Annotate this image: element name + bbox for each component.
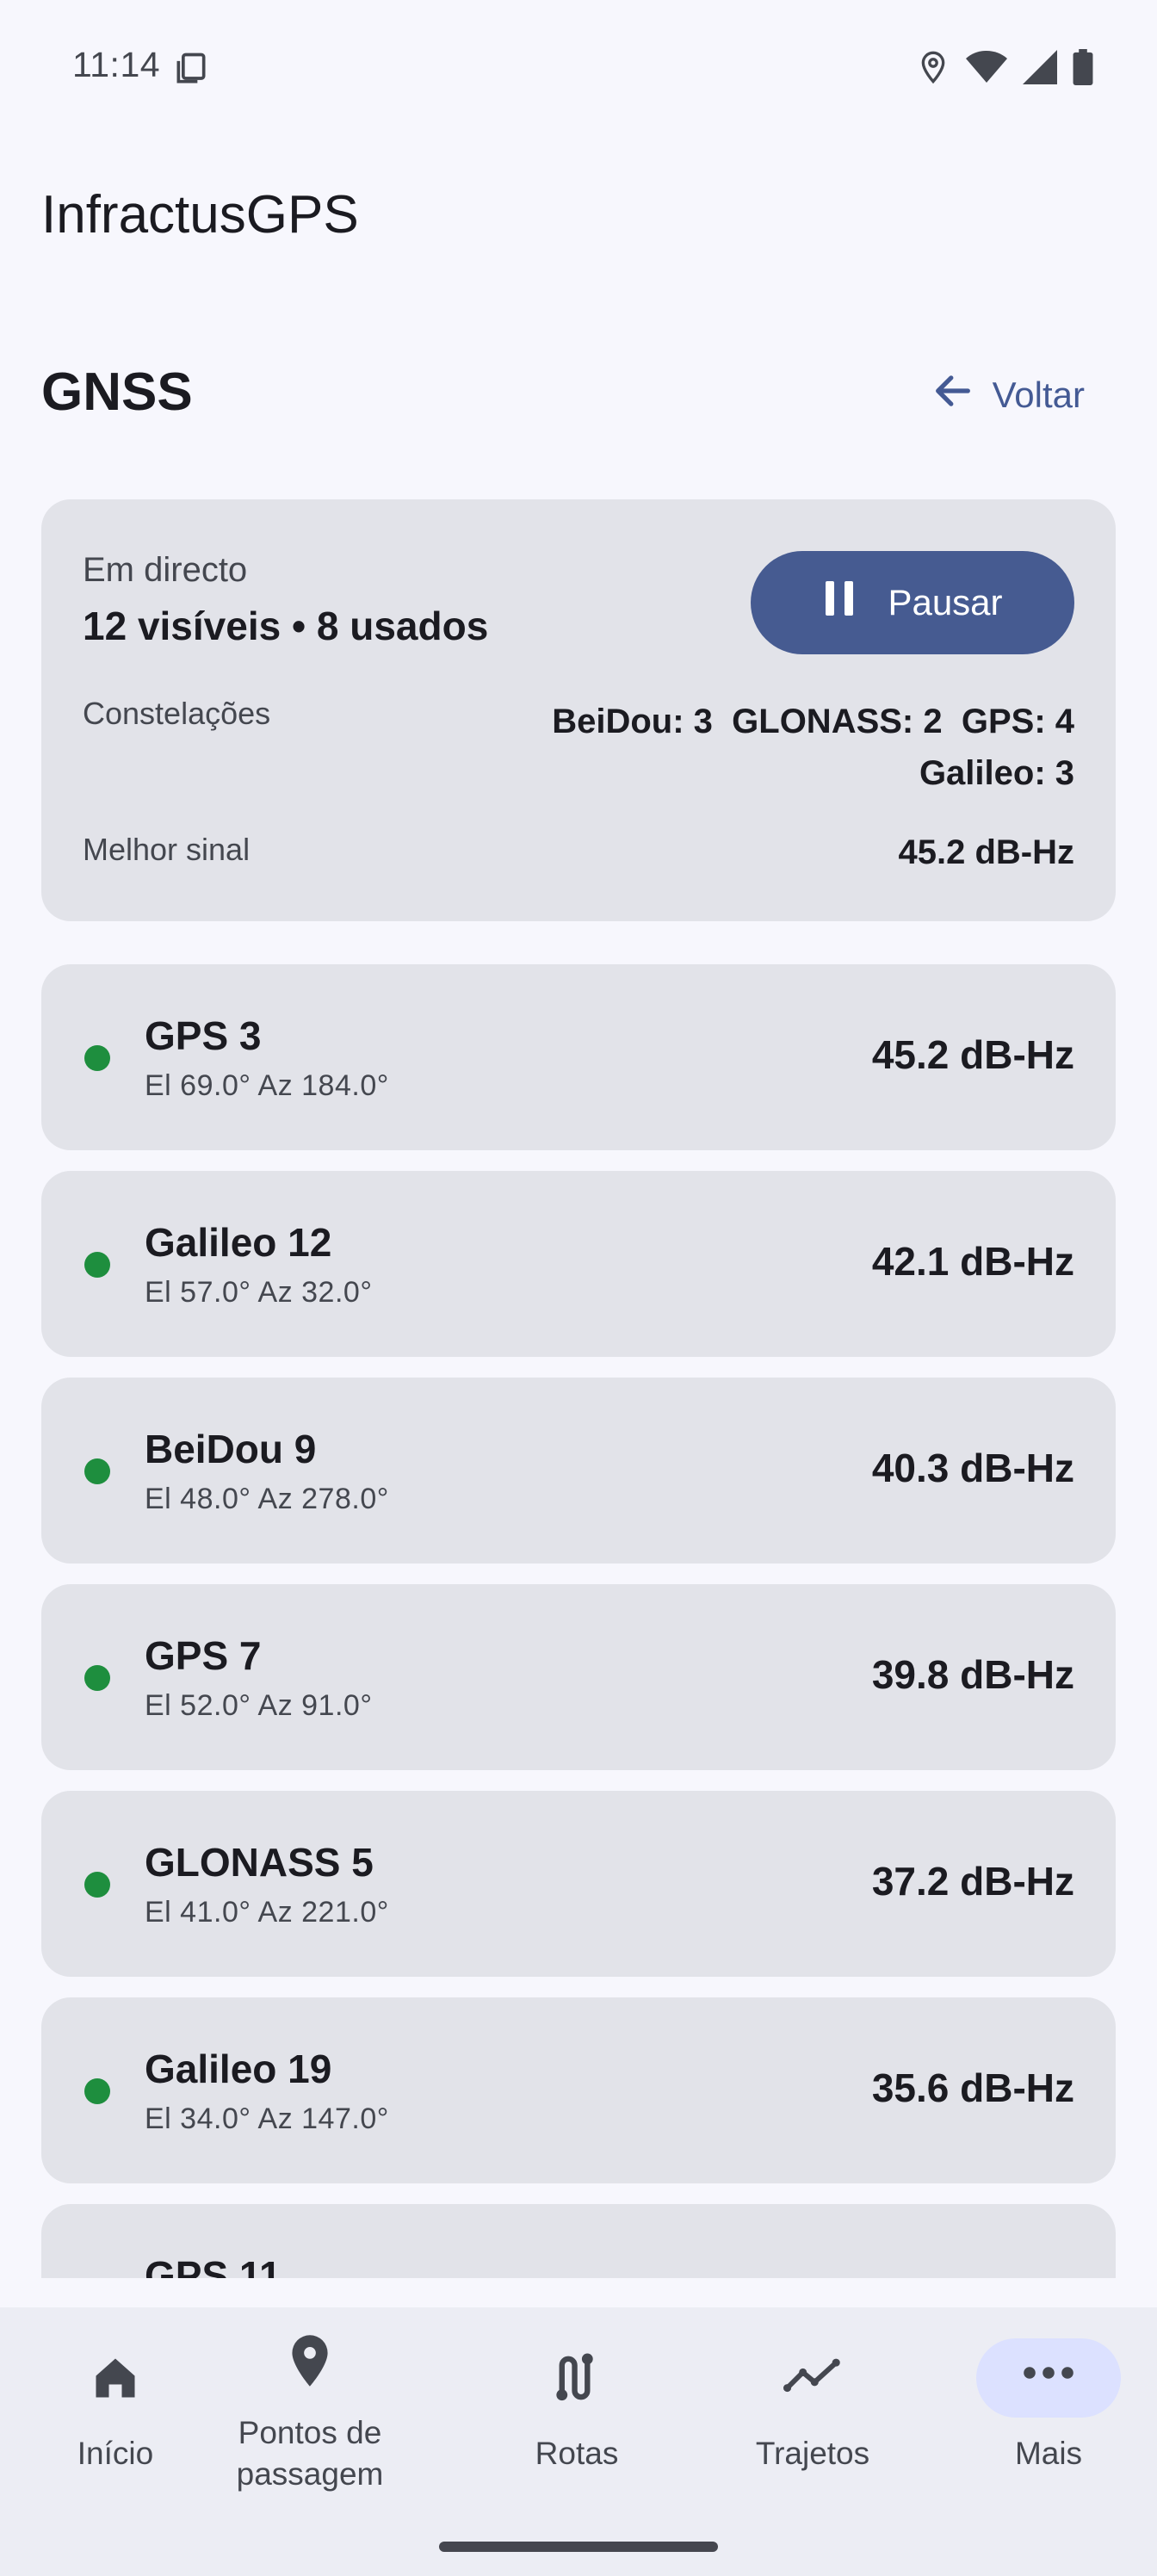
satellite-item[interactable]: GPS 3 El 69.0° Az 184.0° 45.2 dB-Hz bbox=[41, 964, 1116, 1150]
nav-item-mais[interactable]: Mais bbox=[933, 2307, 1157, 2523]
back-button[interactable]: Voltar bbox=[931, 368, 1085, 422]
constellations-line-2: Galileo: 3 bbox=[919, 754, 1074, 792]
satellite-item[interactable]: Galileo 12 El 57.0° Az 32.0° 42.1 dB-Hz bbox=[41, 1171, 1116, 1357]
trend-line-icon bbox=[783, 2357, 842, 2400]
location-pin-icon bbox=[286, 2333, 334, 2393]
status-time: 11:14 bbox=[72, 45, 161, 84]
app-title: InfractusGPS bbox=[41, 185, 359, 245]
pause-button[interactable]: Pausar bbox=[751, 551, 1074, 654]
satellite-snr: 40.3 dB-Hz bbox=[871, 1446, 1074, 1490]
satellite-name: GPS 11 bbox=[145, 2253, 282, 2278]
satellite-name: GPS 3 bbox=[145, 1013, 262, 1058]
constellations-value: BeiDou: 3 GLONASS: 2 GPS: 4 Galileo: 3 bbox=[472, 696, 1074, 799]
nav-label: Mais bbox=[1014, 2436, 1083, 2471]
best-signal-value: 45.2 dB-Hz bbox=[898, 833, 1075, 871]
status-dot bbox=[84, 1872, 110, 1898]
bottom-navigation: Início Pontos de passagem Rotas Trajetos… bbox=[0, 2307, 1157, 2576]
home-indicator[interactable] bbox=[439, 2542, 718, 2552]
satellite-position: El 52.0° Az 91.0° bbox=[145, 1689, 373, 1722]
satellite-position: El 48.0° Az 278.0° bbox=[145, 1483, 389, 1515]
signal-icon bbox=[1023, 50, 1057, 89]
nav-label: Pontos de passagem bbox=[236, 2415, 384, 2492]
best-signal-label: Melhor sinal bbox=[83, 832, 251, 867]
nav-item-pontos-de-passagem[interactable]: Pontos de passagem bbox=[195, 2307, 425, 2523]
screenshot-notification-icon bbox=[172, 50, 210, 92]
satellite-name: BeiDou 9 bbox=[145, 1427, 317, 1471]
satellite-name: GPS 7 bbox=[145, 1633, 262, 1678]
visible-used-count: 12 visíveis • 8 usados bbox=[83, 604, 489, 648]
status-dot bbox=[84, 1458, 110, 1484]
route-icon bbox=[551, 2350, 603, 2410]
satellite-position: El 57.0° Az 32.0° bbox=[145, 1276, 373, 1309]
satellite-name: GLONASS 5 bbox=[145, 1840, 374, 1885]
nav-label: Trajetos bbox=[755, 2436, 870, 2471]
satellite-list[interactable]: GPS 3 El 69.0° Az 184.0° 45.2 dB-Hz Gali… bbox=[41, 964, 1116, 2278]
satellite-item[interactable]: GPS 7 El 52.0° Az 91.0° 39.8 dB-Hz bbox=[41, 1584, 1116, 1770]
satellite-snr: 37.2 dB-Hz bbox=[871, 1859, 1074, 1904]
satellite-name: Galileo 19 bbox=[145, 2047, 332, 2091]
satellite-item[interactable]: BeiDou 9 El 48.0° Az 278.0° 40.3 dB-Hz bbox=[41, 1378, 1116, 1564]
more-horizontal-icon bbox=[1023, 2366, 1074, 2384]
satellite-position: El 69.0° Az 184.0° bbox=[145, 1069, 389, 1102]
satellite-snr: 35.6 dB-Hz bbox=[871, 2065, 1074, 2110]
satellite-position: El 41.0° Az 221.0° bbox=[145, 1896, 389, 1929]
wifi-icon bbox=[966, 50, 1007, 89]
satellite-position: El 34.0° Az 147.0° bbox=[145, 2102, 389, 2135]
satellite-snr: 42.1 dB-Hz bbox=[871, 1239, 1074, 1284]
pause-icon bbox=[822, 579, 857, 626]
home-icon bbox=[90, 2352, 141, 2408]
status-bar: 11:14 bbox=[0, 0, 1157, 134]
status-dot bbox=[84, 2078, 110, 2104]
status-dot bbox=[84, 1665, 110, 1691]
page-title: GNSS bbox=[41, 362, 193, 422]
constellations-label: Constelações bbox=[83, 696, 271, 731]
satellite-item[interactable]: GPS 11 bbox=[41, 2204, 1116, 2278]
nav-label: Rotas bbox=[535, 2436, 619, 2471]
back-label: Voltar bbox=[992, 375, 1085, 415]
constellations-line-1: BeiDou: 3 GLONASS: 2 GPS: 4 bbox=[552, 703, 1074, 740]
satellite-item[interactable]: Galileo 19 El 34.0° Az 147.0° 35.6 dB-Hz bbox=[41, 1997, 1116, 2183]
live-summary-card: Em directo 12 visíveis • 8 usados Pausar… bbox=[41, 499, 1116, 921]
nav-item-rotas[interactable]: Rotas bbox=[461, 2307, 692, 2523]
battery-icon bbox=[1073, 49, 1093, 90]
satellite-snr: 45.2 dB-Hz bbox=[871, 1032, 1074, 1077]
satellite-snr: 39.8 dB-Hz bbox=[871, 1652, 1074, 1697]
status-icons bbox=[916, 48, 1093, 90]
live-label: Em directo bbox=[83, 551, 248, 589]
arrow-back-icon bbox=[931, 368, 975, 422]
status-dot bbox=[84, 1252, 110, 1278]
satellite-item[interactable]: GLONASS 5 El 41.0° Az 221.0° 37.2 dB-Hz bbox=[41, 1791, 1116, 1977]
nav-item-trajetos[interactable]: Trajetos bbox=[697, 2307, 928, 2523]
satellite-name: Galileo 12 bbox=[145, 1220, 332, 1265]
location-icon bbox=[916, 48, 950, 90]
pause-label: Pausar bbox=[888, 582, 1003, 622]
status-dot bbox=[84, 1045, 110, 1071]
